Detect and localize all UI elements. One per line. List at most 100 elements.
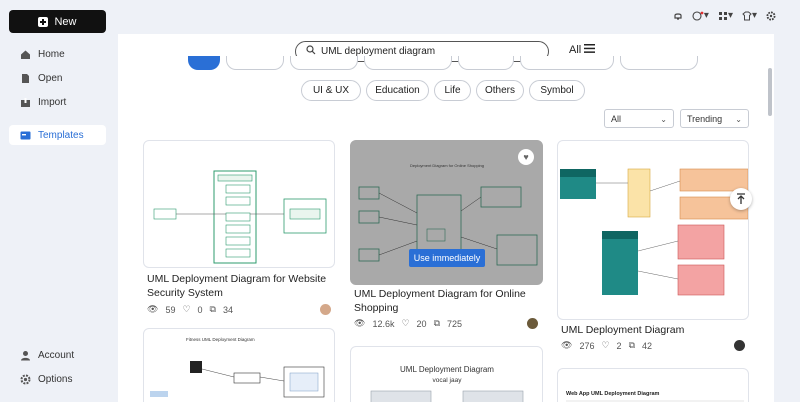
- sidebar-item-label: Open: [38, 72, 63, 84]
- category-chip[interactable]: [520, 56, 614, 70]
- category-chip-others[interactable]: Others: [476, 80, 524, 101]
- type-filter-select[interactable]: All ⌄: [604, 109, 674, 128]
- all-menu-label: All: [569, 44, 582, 56]
- scrollbar[interactable]: [768, 68, 772, 116]
- import-icon: [20, 97, 31, 108]
- home-icon: [20, 49, 31, 60]
- template-title[interactable]: UML Deployment Diagram for Online Shoppi…: [354, 287, 540, 315]
- sort-value: Trending: [687, 113, 723, 124]
- template-thumbnail[interactable]: UML Deployment Diagram vocal jaay: [350, 346, 543, 402]
- sidebar-item-options[interactable]: Options: [9, 369, 106, 389]
- template-thumbnail[interactable]: Fitness UML Deployment Diagram: [143, 328, 335, 402]
- sort-select[interactable]: Trending ⌄: [680, 109, 749, 128]
- category-chip[interactable]: [290, 56, 358, 70]
- sidebar-item-label: Import: [38, 96, 67, 108]
- copy-icon: ⧉: [209, 304, 216, 314]
- new-button-label: New: [54, 15, 77, 28]
- template-card[interactable]: UML Deployment Diagram 👁 276 ♡ 2 ⧉ 42: [557, 140, 749, 355]
- template-title[interactable]: UML Deployment Diagram: [561, 323, 747, 337]
- views-count: 12.6k: [372, 318, 395, 329]
- thumbnail-subtitle: vocal jaay: [433, 377, 463, 384]
- scroll-to-top-button[interactable]: [730, 188, 752, 210]
- sidebar-item-label: Account: [38, 349, 75, 361]
- template-title[interactable]: UML Deployment Diagram for Website Secur…: [147, 272, 333, 300]
- thumbnail-title: UML Deployment Diagram: [400, 365, 494, 374]
- copies-count: 42: [642, 340, 653, 351]
- template-stats: 👁 59 ♡ 0 ⧉ 34: [147, 304, 233, 315]
- sidebar-item-home[interactable]: Home: [9, 44, 106, 64]
- diagram-thumbnail-image: [153, 170, 327, 264]
- use-immediately-button[interactable]: Use immediately: [409, 249, 485, 267]
- diagram-thumbnail-image: [560, 168, 748, 296]
- category-chip-education[interactable]: Education: [366, 80, 429, 101]
- clock-icon[interactable]: ▾: [692, 10, 709, 21]
- category-chip-symbol[interactable]: Symbol: [529, 80, 585, 101]
- template-thumbnail[interactable]: [143, 140, 335, 268]
- category-chip[interactable]: [458, 56, 514, 70]
- views-icon: 👁: [561, 340, 573, 350]
- copy-icon: ⧉: [628, 340, 635, 350]
- settings-icon[interactable]: [766, 11, 776, 21]
- favorite-heart-button[interactable]: ♥: [518, 149, 534, 165]
- template-thumbnail[interactable]: Web App UML Deployment Diagram: [557, 368, 749, 402]
- sidebar: New Home Open Import Templates Account O…: [0, 0, 118, 402]
- sidebar-item-templates[interactable]: Templates: [9, 125, 106, 145]
- copies-count: 34: [222, 304, 233, 315]
- heart-icon: ♡: [401, 318, 410, 328]
- category-chip[interactable]: [364, 56, 452, 70]
- thumbnail-title: Fitness UML Deployment Diagram: [186, 337, 255, 342]
- user-icon: [20, 350, 31, 361]
- diagram-thumbnail-image: Fitness UML Deployment Diagram: [150, 337, 325, 398]
- thumbnail-title: Web App UML Deployment Diagram: [566, 391, 660, 397]
- sidebar-item-account[interactable]: Account: [9, 345, 106, 365]
- type-filter-value: All: [611, 113, 622, 124]
- category-chip[interactable]: [620, 56, 698, 70]
- category-chip[interactable]: [226, 56, 284, 70]
- all-menu-button[interactable]: All: [569, 44, 596, 56]
- main-panel: UML deployment diagram All UI & UX Educa…: [118, 34, 774, 402]
- category-chip-selected[interactable]: [188, 56, 220, 70]
- templates-icon: [20, 130, 31, 141]
- template-card[interactable]: Fitness UML Deployment Diagram: [143, 328, 335, 402]
- sidebar-item-open[interactable]: Open: [9, 68, 106, 88]
- likes-count: 2: [616, 340, 622, 351]
- top-toolbar: ▾ ▾ ▾: [673, 10, 776, 21]
- sidebar-item-import[interactable]: Import: [9, 92, 106, 112]
- category-chip-life[interactable]: Life: [434, 80, 471, 101]
- template-card[interactable]: Web App UML Deployment Diagram: [557, 368, 749, 402]
- views-icon: 👁: [147, 304, 159, 314]
- file-icon: [20, 73, 31, 84]
- new-button[interactable]: New: [9, 10, 106, 33]
- heart-icon: ♡: [182, 304, 191, 314]
- likes-count: 0: [197, 304, 203, 315]
- views-icon: 👁: [354, 318, 366, 328]
- views-count: 59: [165, 304, 176, 315]
- hamburger-icon: [584, 44, 596, 56]
- category-chip-ui-ux[interactable]: UI & UX: [301, 80, 361, 101]
- avatar[interactable]: [527, 318, 538, 329]
- template-stats: 👁 276 ♡ 2 ⧉ 42: [561, 340, 652, 351]
- template-card[interactable]: UML Deployment Diagram vocal jaay: [350, 346, 543, 402]
- template-thumbnail[interactable]: Deployment Diagram for Online Shopping ♥…: [350, 140, 543, 285]
- template-thumbnail[interactable]: [557, 140, 749, 320]
- shirt-icon[interactable]: ▾: [742, 10, 757, 21]
- template-stats: 👁 12.6k ♡ 20 ⧉ 725: [354, 318, 462, 329]
- bell-icon[interactable]: [673, 11, 683, 21]
- likes-count: 20: [416, 318, 427, 329]
- arrow-up-icon: [737, 193, 745, 204]
- diagram-thumbnail-image: Web App UML Deployment Diagram: [566, 391, 744, 402]
- chevron-down-icon: ⌄: [660, 115, 667, 124]
- plus-icon: [38, 16, 49, 27]
- avatar[interactable]: [320, 304, 331, 315]
- apps-grid-icon[interactable]: ▾: [718, 10, 733, 21]
- template-card[interactable]: UML Deployment Diagram for Website Secur…: [143, 140, 335, 315]
- avatar[interactable]: [734, 340, 745, 351]
- sidebar-item-label: Home: [38, 48, 65, 60]
- template-card[interactable]: Deployment Diagram for Online Shopping ♥…: [350, 140, 543, 330]
- copy-icon: ⧉: [433, 318, 440, 328]
- sidebar-item-label: Templates: [38, 129, 84, 141]
- views-count: 276: [579, 340, 595, 351]
- thumbnail-title: Deployment Diagram for Online Shopping: [410, 163, 484, 168]
- sidebar-item-label: Options: [38, 373, 73, 385]
- chevron-down-icon: ⌄: [735, 115, 742, 124]
